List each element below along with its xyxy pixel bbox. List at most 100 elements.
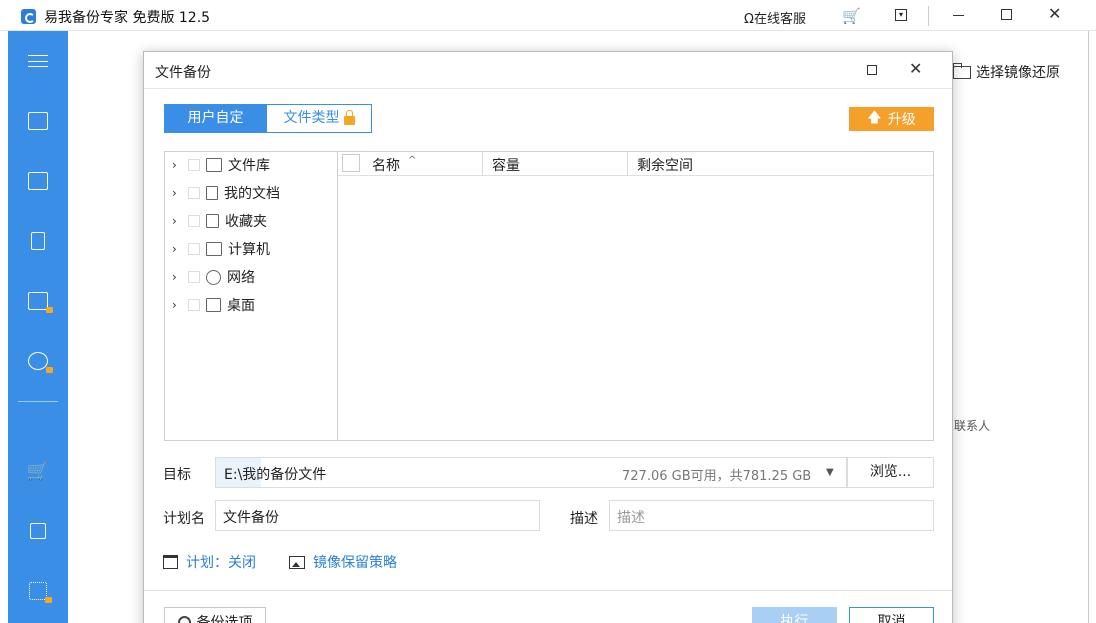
chevron-right-icon[interactable]: › xyxy=(172,270,182,284)
folder-icon xyxy=(206,158,222,172)
target-path: E:\我的备份文件 xyxy=(224,467,327,483)
dialog-title: 文件备份 xyxy=(155,65,211,81)
tab-file-type-label: 文件类型 xyxy=(283,110,340,126)
target-icon xyxy=(28,352,53,373)
dialog-title-divider xyxy=(144,88,952,89)
tree-checkbox[interactable] xyxy=(188,299,200,311)
column-header-free-space[interactable]: 剩余空间 xyxy=(637,155,693,175)
mail-icon xyxy=(28,292,53,313)
tree-label: 收藏夹 xyxy=(225,214,267,230)
schedule-link[interactable]: 计划：关闭 xyxy=(163,552,256,572)
list-header: 名称 ^ 容量 剩余空间 xyxy=(338,152,933,176)
execute-button[interactable]: 执行 xyxy=(752,607,837,623)
retention-policy-link[interactable]: 镜像保留策略 xyxy=(289,552,397,572)
dialog-maximize-icon[interactable] xyxy=(867,65,877,75)
disk-icon xyxy=(28,112,48,130)
sidebar-menu-button[interactable] xyxy=(8,41,68,81)
file-backup-dialog: 文件备份 ✕ 用户自定义 文件类型 🡅 升级 › 文件库 › 我的文档 › 收藏… xyxy=(143,51,953,623)
tree-item-favorites[interactable]: › 收藏夹 xyxy=(165,210,337,232)
chevron-right-icon[interactable]: › xyxy=(172,242,182,256)
tab-file-type[interactable]: 文件类型 xyxy=(267,104,372,133)
upgrade-button[interactable]: 🡅 升级 xyxy=(849,107,934,131)
upgrade-label: 升级 xyxy=(887,112,916,128)
tree-label: 我的文档 xyxy=(224,186,280,202)
schedule-link-label: 计划：关闭 xyxy=(186,555,256,571)
chevron-right-icon[interactable]: › xyxy=(172,214,182,228)
select-all-checkbox[interactable] xyxy=(342,154,360,172)
column-divider[interactable] xyxy=(627,152,628,176)
network-icon xyxy=(206,269,221,285)
hamburger-icon xyxy=(28,55,48,67)
tree-checkbox[interactable] xyxy=(188,271,200,283)
sidebar-item-system-backup[interactable] xyxy=(8,161,68,201)
lock-icon xyxy=(46,367,53,373)
sidebar-item-tools[interactable] xyxy=(8,571,68,611)
clone-icon xyxy=(30,523,46,539)
desktop-icon xyxy=(206,298,221,312)
column-header-name[interactable]: 名称 ^ xyxy=(372,155,416,175)
app-title: 易我备份专家 免费版 12.5 xyxy=(44,10,211,26)
lock-icon xyxy=(343,110,355,125)
dropdown-arrow-icon[interactable]: ▼ xyxy=(826,467,834,478)
tools-grid-icon xyxy=(29,582,52,603)
document-icon xyxy=(206,186,218,200)
tree-label: 计算机 xyxy=(228,242,270,258)
tree-item-libraries[interactable]: › 文件库 xyxy=(165,154,337,176)
target-free-space: 727.06 GB可用，共781.25 GB xyxy=(622,469,812,484)
column-header-capacity[interactable]: 容量 xyxy=(492,155,520,175)
tree-checkbox[interactable] xyxy=(188,243,200,255)
lock-icon xyxy=(46,307,53,313)
target-select[interactable]: E:\我的备份文件 727.06 GB可用，共781.25 GB ▼ xyxy=(215,457,847,488)
sidebar-item-clone[interactable] xyxy=(8,511,68,551)
tree-checkbox[interactable] xyxy=(188,187,200,199)
close-icon[interactable]: ✕ xyxy=(1048,4,1061,23)
file-list: 名称 ^ 容量 剩余空间 xyxy=(337,151,934,441)
menu-dropdown-icon[interactable]: ▾ xyxy=(895,9,907,21)
favorites-icon xyxy=(206,214,219,228)
chevron-right-icon[interactable]: › xyxy=(172,158,182,172)
restore-from-image-button[interactable]: 选择镜像还原 xyxy=(953,62,1060,82)
tree-label: 文件库 xyxy=(228,158,270,174)
sidebar-item-store[interactable]: 🛒 xyxy=(8,451,68,491)
chevron-right-icon[interactable]: › xyxy=(172,186,182,200)
sidebar-item-smart-backup[interactable] xyxy=(8,341,68,381)
tree-item-desktop[interactable]: › 桌面 xyxy=(165,294,337,316)
backup-options-button[interactable]: 备份选项 xyxy=(164,607,266,623)
sidebar-item-mail-backup[interactable] xyxy=(8,281,68,321)
column-divider[interactable] xyxy=(482,152,483,176)
minimize-icon[interactable] xyxy=(953,15,964,16)
sidebar-item-file-backup[interactable] xyxy=(8,221,68,261)
contact-label: 联系人 xyxy=(954,419,991,433)
plan-name-input[interactable]: 文件备份 xyxy=(215,500,540,531)
tree-item-network[interactable]: › 网络 xyxy=(165,266,337,288)
cancel-button[interactable]: 取消 xyxy=(849,607,934,623)
plan-name-label: 计划名 xyxy=(163,511,205,527)
column-name-label: 名称 xyxy=(372,158,400,174)
sort-ascending-icon: ^ xyxy=(408,155,417,166)
browse-button[interactable]: 浏览... xyxy=(847,457,934,488)
maximize-icon[interactable] xyxy=(1001,9,1012,20)
cart-icon[interactable]: 🛒 xyxy=(842,7,861,25)
backup-options-label: 备份选项 xyxy=(196,615,253,623)
source-tree: › 文件库 › 我的文档 › 收藏夹 › 计算机 › 网络 › 桌面 xyxy=(164,151,338,441)
calendar-icon xyxy=(163,555,178,569)
tree-label: 网络 xyxy=(227,270,255,286)
description-input[interactable]: 描述 xyxy=(609,500,934,531)
tab-user-defined[interactable]: 用户自定义 xyxy=(164,104,267,153)
backup-mode-tabs: 用户自定义 文件类型 xyxy=(164,104,372,153)
chevron-right-icon[interactable]: › xyxy=(172,298,182,312)
app-logo-icon xyxy=(21,9,36,24)
target-label: 目标 xyxy=(163,467,191,483)
tree-item-computer[interactable]: › 计算机 xyxy=(165,238,337,260)
online-service-label: 在线客服 xyxy=(753,12,806,27)
tree-item-my-documents[interactable]: › 我的文档 xyxy=(165,182,337,204)
sidebar-divider xyxy=(18,401,58,402)
titlebar-divider xyxy=(928,6,929,26)
tree-checkbox[interactable] xyxy=(188,215,200,227)
dialog-close-icon[interactable]: ✕ xyxy=(909,59,922,78)
online-service-button[interactable]: Ω在线客服 xyxy=(744,8,806,27)
sidebar-item-disk-backup[interactable] xyxy=(8,101,68,141)
retention-policy-label: 镜像保留策略 xyxy=(313,555,397,571)
tree-checkbox[interactable] xyxy=(188,159,200,171)
computer-icon xyxy=(206,242,222,256)
